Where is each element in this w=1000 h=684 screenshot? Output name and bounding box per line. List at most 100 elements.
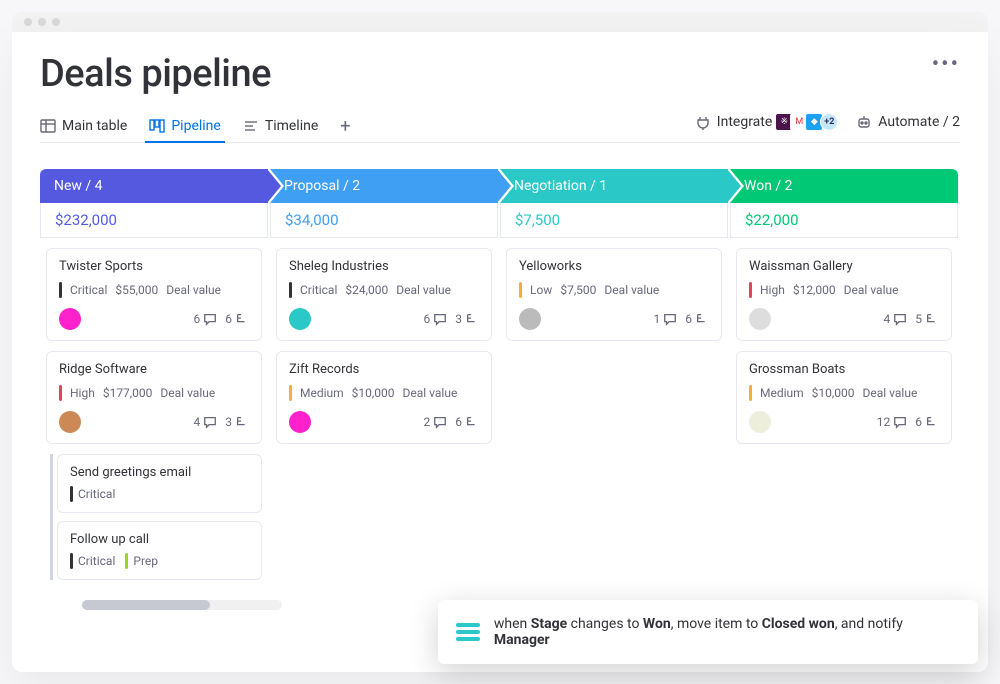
column-total: $22,000 xyxy=(730,203,958,238)
tab-main-table[interactable]: Main table xyxy=(40,110,127,142)
avatar[interactable] xyxy=(749,308,771,330)
avatar[interactable] xyxy=(519,308,541,330)
deal-value-label: Deal value xyxy=(160,386,215,400)
priority-indicator xyxy=(59,385,62,401)
comments-count[interactable]: 1 xyxy=(654,312,678,326)
card-stats: 4 5 xyxy=(884,312,940,326)
deal-value-label: Deal value xyxy=(396,283,451,297)
priority-label: Critical xyxy=(70,283,107,297)
subitem-tag: Critical xyxy=(70,486,115,502)
comments-count[interactable]: 6 xyxy=(424,312,448,326)
priority-label: Medium xyxy=(300,386,344,400)
subitems-count[interactable]: 3 xyxy=(225,415,249,429)
card-title: Sheleg Industries xyxy=(289,259,479,274)
deal-value: $10,000 xyxy=(352,386,395,400)
avatar[interactable] xyxy=(749,411,771,433)
card-meta: Medium$10,000Deal value xyxy=(289,385,479,401)
more-menu-button[interactable]: ••• xyxy=(932,52,960,77)
column-cards: YelloworksLow$7,500Deal value1 6 xyxy=(500,238,728,351)
pipeline-board: New / 4$232,000 Twister Sports Critical $55… xyxy=(40,169,960,590)
comments-count[interactable]: 4 xyxy=(194,415,218,429)
pipeline-column-won: Won / 2$22,000Waissman GalleryHigh$12,00… xyxy=(730,169,958,590)
priority-indicator xyxy=(749,282,752,298)
card-meta: Critical $24,000 Deal value xyxy=(289,282,479,298)
subitems-count[interactable]: 5 xyxy=(915,312,939,326)
scrollbar-thumb[interactable] xyxy=(82,600,210,610)
subitem-card[interactable]: Follow up callCriticalPrep xyxy=(57,521,262,580)
avatar[interactable] xyxy=(59,308,81,330)
deal-card[interactable]: Waissman GalleryHigh$12,000Deal value4 5 xyxy=(736,248,952,341)
comments-count[interactable]: 2 xyxy=(424,415,448,429)
page-title: Deals pipeline xyxy=(40,52,271,96)
card-stats: 6 6 xyxy=(194,312,250,326)
browser-chrome xyxy=(12,12,988,32)
priority-label: Critical xyxy=(300,283,337,297)
integrate-button[interactable]: Integrate ※ M ◆ +2 xyxy=(695,113,839,131)
avatar[interactable] xyxy=(289,308,311,330)
deal-card[interactable]: Ridge SoftwareHigh$177,000Deal value4 3 xyxy=(46,351,262,444)
timeline-icon xyxy=(243,118,259,134)
deal-card[interactable]: Zift RecordsMedium$10,000Deal value2 6 xyxy=(276,351,492,444)
integration-more-badge: +2 xyxy=(820,113,838,131)
card-title: Ridge Software xyxy=(59,362,249,377)
integration-icons: ※ M ◆ +2 xyxy=(778,113,838,131)
subitem-tag: Prep xyxy=(125,553,158,569)
card-stats: 1 6 xyxy=(654,312,710,326)
column-total: $7,500 xyxy=(500,203,728,238)
column-header[interactable]: New / 4 xyxy=(40,169,268,203)
tab-pipeline[interactable]: Pipeline xyxy=(149,110,221,142)
tab-timeline[interactable]: Timeline xyxy=(243,110,318,142)
column-header[interactable]: Won / 2 xyxy=(730,169,958,203)
horizontal-scrollbar[interactable] xyxy=(82,600,282,610)
deal-value: $24,000 xyxy=(345,283,388,297)
priority-label: Medium xyxy=(760,386,804,400)
tab-label: Main table xyxy=(62,118,127,134)
avatar[interactable] xyxy=(289,411,311,433)
comments-count[interactable]: 12 xyxy=(877,415,908,429)
deal-value: $177,000 xyxy=(103,386,153,400)
subitems-count[interactable]: 3 xyxy=(455,312,479,326)
deal-card[interactable]: Sheleg Industries Critical $24,000 Deal val… xyxy=(276,248,492,341)
add-view-button[interactable]: + xyxy=(340,116,350,137)
subitems-count[interactable]: 6 xyxy=(455,415,479,429)
subitems-count[interactable]: 6 xyxy=(685,312,709,326)
deal-value-label: Deal value xyxy=(604,283,659,297)
deal-value: $55,000 xyxy=(115,283,158,297)
app-window: Deals pipeline ••• Main table Pipeline xyxy=(12,32,988,672)
card-stats: 4 3 xyxy=(194,415,250,429)
card-stats: 2 6 xyxy=(424,415,480,429)
subitem-tag: Critical xyxy=(70,553,115,569)
subitems-count[interactable]: 6 xyxy=(225,312,249,326)
card-stats: 12 6 xyxy=(877,415,939,429)
card-meta: High$12,000Deal value xyxy=(749,282,939,298)
deal-card[interactable]: YelloworksLow$7,500Deal value1 6 xyxy=(506,248,722,341)
card-title: Grossman Boats xyxy=(749,362,939,377)
priority-indicator xyxy=(749,385,752,401)
column-cards: Waissman GalleryHigh$12,000Deal value4 5… xyxy=(730,238,958,454)
column-total: $232,000 xyxy=(40,203,268,238)
deal-card[interactable]: Grossman Boats Medium $10,000 Deal value 12 … xyxy=(736,351,952,444)
automate-button[interactable]: Automate / 2 xyxy=(856,114,960,130)
tab-label: Pipeline xyxy=(171,118,221,134)
deal-value-label: Deal value xyxy=(166,283,221,297)
card-title: Twister Sports xyxy=(59,259,249,274)
column-header[interactable]: Proposal / 2 xyxy=(270,169,498,203)
pipeline-column-negotiation: Negotiation / 1$7,500YelloworksLow$7,500… xyxy=(500,169,728,590)
priority-indicator xyxy=(70,553,73,569)
comments-count[interactable]: 6 xyxy=(194,312,218,326)
comments-count[interactable]: 4 xyxy=(884,312,908,326)
card-meta: Medium $10,000 Deal value xyxy=(749,385,939,401)
subitem-card[interactable]: Send greetings emailCritical xyxy=(57,454,262,513)
automation-text: when Stage changes to Won, move item to … xyxy=(494,616,960,648)
column-total: $34,000 xyxy=(270,203,498,238)
card-title: Yelloworks xyxy=(519,259,709,274)
subitems-count[interactable]: 6 xyxy=(915,415,939,429)
column-header[interactable]: Negotiation / 1 xyxy=(500,169,728,203)
pipeline-column-new: New / 4$232,000 Twister Sports Critical $55… xyxy=(40,169,268,590)
avatar[interactable] xyxy=(59,411,81,433)
deal-value: $10,000 xyxy=(812,386,855,400)
deal-card[interactable]: Twister Sports Critical $55,000 Deal value 6… xyxy=(46,248,262,341)
tab-label: Timeline xyxy=(265,118,318,134)
automation-recipe-toast[interactable]: when Stage changes to Won, move item to … xyxy=(438,600,978,664)
deal-value-label: Deal value xyxy=(863,386,918,400)
